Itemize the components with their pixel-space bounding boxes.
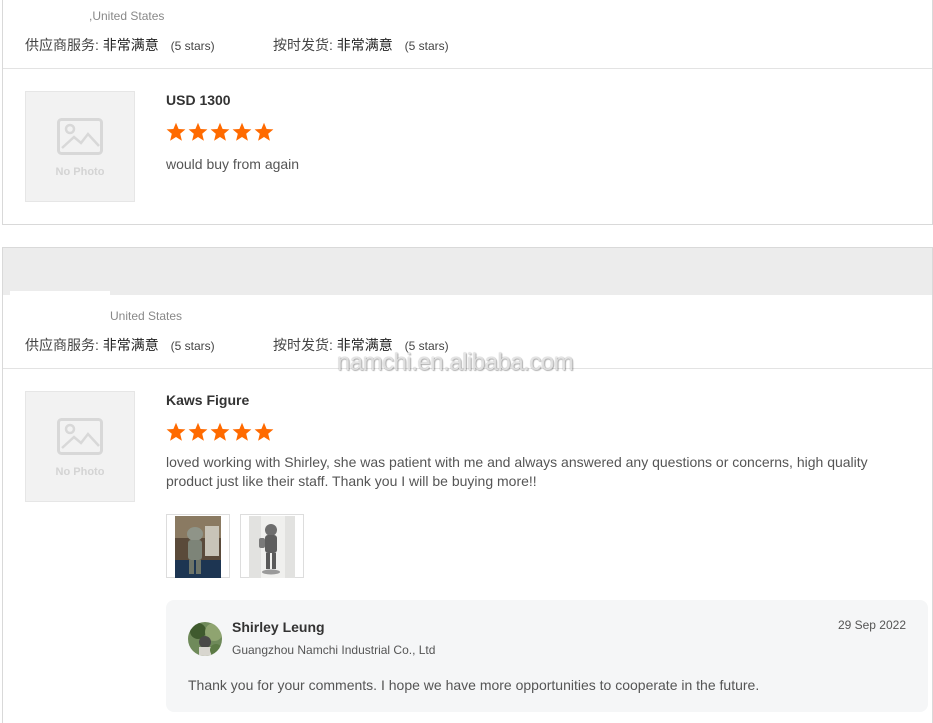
review-photo-thumbnail[interactable] (166, 514, 230, 578)
avatar-image (188, 622, 222, 656)
supplier-service-stars: (5 stars) (170, 339, 215, 353)
rating-summary: 供应商服务: 非常满意 (5 stars) 按时发货: 非常满意 (5 star… (25, 335, 449, 355)
picture-icon (57, 118, 103, 155)
star-icon (210, 422, 230, 442)
supplier-service-rating: 供应商服务: 非常满意 (5 stars) (25, 335, 215, 355)
product-image-placeholder[interactable]: No Photo (25, 91, 135, 202)
no-photo-label: No Photo (55, 166, 105, 178)
ontime-value: 非常满意 (336, 37, 393, 53)
star-icon (232, 422, 252, 442)
supplier-service-label: 供应商服务: (25, 337, 99, 353)
reviewer-country: United States (110, 309, 183, 323)
rating-summary: 供应商服务: 非常满意 (5 stars) 按时发货: 非常满意 (5 star… (25, 35, 449, 55)
reply-text: Thank you for your comments. I hope we h… (188, 677, 760, 693)
star-icon (232, 122, 252, 142)
divider (3, 68, 932, 69)
review-comment: loved working with Shirley, she was pati… (166, 454, 868, 489)
review-comment: would buy from again (166, 156, 300, 172)
ontime-value: 非常满意 (336, 337, 393, 353)
figure-photo (175, 516, 221, 578)
no-photo-label: No Photo (55, 466, 105, 478)
star-icon (166, 422, 186, 442)
product-image-placeholder[interactable]: No Photo (25, 391, 135, 502)
star-icon (166, 122, 186, 142)
product-title[interactable]: Kaws Figure (166, 392, 249, 408)
ontime-shipment-rating: 按时发货: 非常满意 (5 stars) (273, 35, 449, 55)
star-icon (254, 422, 274, 442)
picture-icon (57, 418, 103, 455)
review-card: ,United States 供应商服务: 非常满意 (5 stars) 按时发… (2, 0, 933, 225)
ontime-stars: (5 stars) (404, 39, 449, 53)
ontime-label: 按时发货: (273, 37, 333, 53)
star-icon (210, 122, 230, 142)
divider (3, 368, 932, 369)
star-icon (188, 422, 208, 442)
review-card: United States 供应商服务: 非常满意 (5 stars) 按时发货… (2, 247, 933, 723)
figure-photo (249, 516, 295, 578)
reviewer-country: ,United States (89, 9, 165, 23)
star-rating (166, 122, 274, 142)
star-icon (188, 122, 208, 142)
star-icon (254, 122, 274, 142)
replier-company[interactable]: Guangzhou Namchi Industrial Co., Ltd (232, 643, 435, 657)
supplier-service-value: 非常满意 (102, 37, 159, 53)
supplier-service-stars: (5 stars) (170, 39, 215, 53)
replier-name[interactable]: Shirley Leung (232, 619, 325, 635)
supplier-reply: Shirley Leung Guangzhou Namchi Industria… (166, 600, 928, 712)
supplier-service-rating: 供应商服务: 非常满意 (5 stars) (25, 35, 215, 55)
ontime-shipment-rating: 按时发货: 非常满意 (5 stars) (273, 335, 449, 355)
ontime-stars: (5 stars) (404, 339, 449, 353)
card-header-band (3, 248, 932, 295)
avatar[interactable] (188, 622, 222, 656)
reply-date: 29 Sep 2022 (837, 618, 906, 632)
review-photo-thumbnail[interactable] (240, 514, 304, 578)
product-title[interactable]: USD 1300 (166, 92, 231, 108)
header-tab (10, 291, 110, 299)
ontime-label: 按时发货: (273, 337, 333, 353)
supplier-service-value: 非常满意 (102, 337, 159, 353)
supplier-service-label: 供应商服务: (25, 37, 99, 53)
star-rating (166, 422, 274, 442)
